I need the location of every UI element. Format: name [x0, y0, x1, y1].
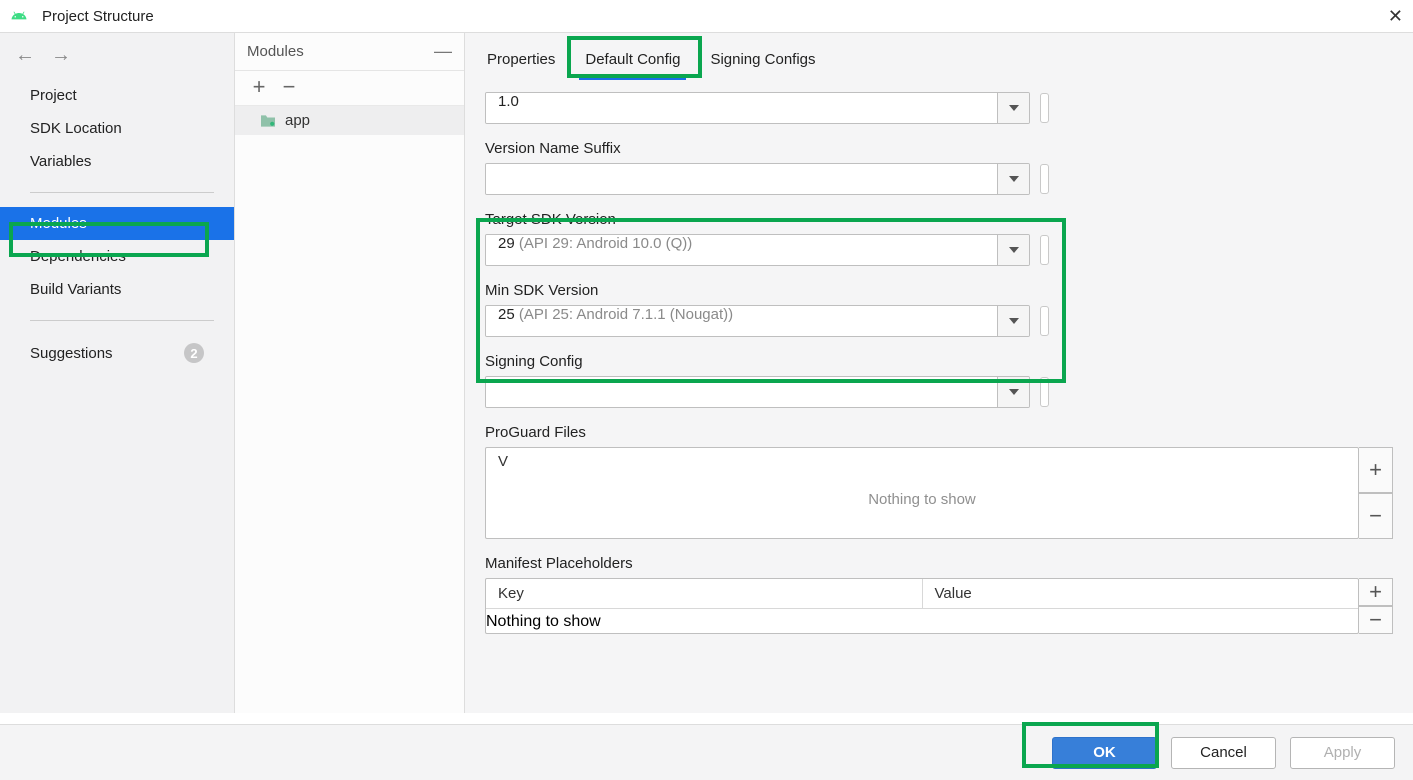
min-sdk-combo[interactable]: 25 (API 25: Android 7.1.1 (Nougat)): [485, 305, 1030, 337]
sidebar-item-dependencies[interactable]: Dependencies: [0, 240, 234, 273]
manifest-add-button[interactable]: +: [1359, 578, 1393, 606]
signing-config-label: Signing Config: [485, 353, 1393, 370]
drag-handle[interactable]: [1040, 164, 1049, 194]
proguard-head: V: [486, 448, 1358, 475]
target-sdk-combo[interactable]: 29 (API 29: Android 10.0 (Q)): [485, 234, 1030, 266]
modules-header: Modules: [247, 43, 304, 60]
min-sdk-value: 25: [498, 306, 515, 323]
target-sdk-value: 29: [498, 235, 515, 252]
back-icon[interactable]: ←: [15, 45, 33, 63]
chevron-down-icon[interactable]: [997, 306, 1029, 336]
sidebar-item-modules[interactable]: Modules: [0, 207, 234, 240]
sidebar-item-sdk-location[interactable]: SDK Location: [0, 112, 234, 145]
suggestions-badge: 2: [184, 343, 204, 363]
target-sdk-label: Target SDK Version: [485, 211, 1393, 228]
add-module-button[interactable]: +: [250, 79, 268, 97]
separator: [30, 192, 214, 193]
titlebar: Project Structure ✕: [0, 0, 1413, 33]
target-sdk-hint: (API 29: Android 10.0 (Q)): [519, 235, 692, 252]
chevron-down-icon[interactable]: [997, 377, 1029, 407]
modules-panel: Modules — + − app: [235, 33, 465, 713]
proguard-remove-button[interactable]: −: [1359, 493, 1393, 539]
collapse-icon[interactable]: —: [434, 41, 452, 62]
min-sdk-label: Min SDK Version: [485, 282, 1393, 299]
module-label: app: [285, 112, 310, 129]
manifest-empty: Nothing to show: [486, 609, 1358, 631]
content-panel: Properties Default Config Signing Config…: [465, 33, 1413, 713]
drag-handle[interactable]: [1040, 93, 1049, 123]
tab-properties[interactable]: Properties: [481, 43, 561, 80]
version-name-suffix-label: Version Name Suffix: [485, 140, 1393, 157]
module-item-app[interactable]: app: [235, 106, 464, 135]
chevron-down-icon[interactable]: [997, 93, 1029, 123]
sidebar-item-variables[interactable]: Variables: [0, 145, 234, 178]
proguard-add-button[interactable]: +: [1359, 447, 1393, 493]
version-combo[interactable]: 1.0: [485, 92, 1030, 124]
chevron-down-icon[interactable]: [997, 164, 1029, 194]
forward-icon[interactable]: →: [51, 45, 69, 63]
version-name-suffix-combo[interactable]: [485, 163, 1030, 195]
proguard-empty: Nothing to show: [486, 475, 1358, 514]
proguard-listbox[interactable]: V Nothing to show: [485, 447, 1359, 539]
separator: [30, 320, 214, 321]
drag-handle[interactable]: [1040, 235, 1049, 265]
manifest-remove-button[interactable]: −: [1359, 606, 1393, 634]
version-value[interactable]: 1.0: [486, 93, 997, 123]
cancel-button[interactable]: Cancel: [1171, 737, 1276, 769]
chevron-down-icon[interactable]: [997, 235, 1029, 265]
drag-handle[interactable]: [1040, 306, 1049, 336]
button-bar: OK Cancel Apply: [0, 724, 1413, 780]
android-icon: [10, 7, 28, 25]
version-name-suffix-value[interactable]: [486, 164, 997, 194]
signing-config-value[interactable]: [486, 377, 997, 407]
tab-default-config[interactable]: Default Config: [579, 43, 686, 80]
sidebar: ← → Project SDK Location Variables Modul…: [0, 33, 235, 713]
manifest-listbox[interactable]: Key Value Nothing to show: [485, 578, 1359, 634]
sidebar-item-suggestions[interactable]: Suggestions 2: [0, 335, 234, 371]
tab-signing-configs[interactable]: Signing Configs: [704, 43, 821, 80]
folder-icon: [259, 114, 277, 128]
ok-button[interactable]: OK: [1052, 737, 1157, 769]
sidebar-item-build-variants[interactable]: Build Variants: [0, 273, 234, 306]
manifest-key-header: Key: [486, 579, 923, 608]
signing-config-combo[interactable]: [485, 376, 1030, 408]
drag-handle[interactable]: [1040, 377, 1049, 407]
min-sdk-hint: (API 25: Android 7.1.1 (Nougat)): [519, 306, 733, 323]
manifest-label: Manifest Placeholders: [485, 555, 1393, 572]
remove-module-button[interactable]: −: [280, 79, 298, 97]
apply-button[interactable]: Apply: [1290, 737, 1395, 769]
close-icon[interactable]: ✕: [1388, 6, 1403, 27]
manifest-value-header: Value: [923, 579, 1359, 608]
tabs: Properties Default Config Signing Config…: [465, 33, 1413, 80]
window-title: Project Structure: [42, 8, 154, 25]
proguard-label: ProGuard Files: [485, 424, 1393, 441]
sidebar-item-project[interactable]: Project: [0, 79, 234, 112]
